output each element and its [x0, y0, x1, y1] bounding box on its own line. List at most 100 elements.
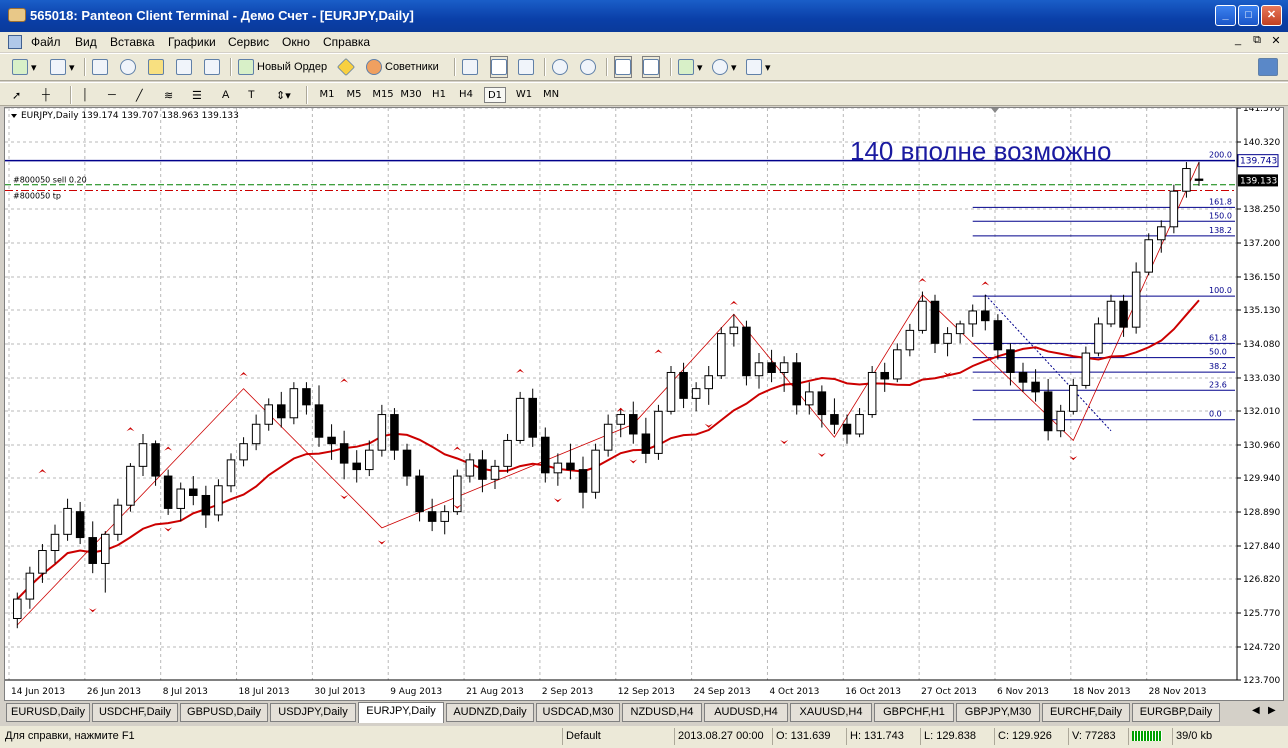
chart-shift-button[interactable] — [642, 56, 660, 78]
magnifier-doc-icon — [204, 59, 220, 75]
timeframe-h4[interactable]: H4 — [455, 87, 477, 103]
periods-button[interactable]: ▾ — [712, 56, 737, 78]
mdi-close-icon[interactable]: ✕ — [1268, 34, 1284, 47]
candle — [327, 436, 336, 445]
mdi-minimize-icon[interactable]: _ — [1230, 34, 1246, 46]
timeframe-mn[interactable]: MN — [538, 87, 564, 103]
arrows-tool[interactable]: ⇕▾ — [276, 84, 291, 106]
tab-eurgbp-daily[interactable]: EURGBP,Daily — [1132, 703, 1220, 722]
tab-gbpjpy-m30[interactable]: GBPJPY,M30 — [956, 703, 1040, 722]
new-chart-button[interactable]: ▾ — [12, 56, 37, 78]
tab-eurchf-daily[interactable]: EURCHF,Daily — [1042, 703, 1130, 722]
fib-level-label: 161.8 — [1209, 197, 1232, 206]
tab-scroll-left-icon[interactable]: ◀ — [1252, 705, 1260, 716]
candle — [201, 494, 211, 516]
tab-usdchf-daily[interactable]: USDCHF,Daily — [92, 703, 178, 722]
new-order-button[interactable]: Новый Ордер — [238, 56, 327, 78]
tab-usdcad-m30[interactable]: USDCAD,M30 — [536, 703, 620, 722]
timeframe-h1[interactable]: H1 — [428, 87, 450, 103]
fractal-down-icon — [88, 608, 97, 613]
line-chart-button[interactable] — [518, 56, 534, 78]
menu-charts[interactable]: Графики — [168, 35, 216, 49]
status-profile[interactable]: Default — [562, 728, 672, 745]
zoom-in-button[interactable] — [552, 56, 568, 78]
tab-usdjpy-daily[interactable]: USDJPY,Daily — [270, 703, 356, 722]
market-watch-button[interactable] — [92, 56, 108, 78]
text-label-icon: T — [248, 89, 255, 101]
expert-advisors-button[interactable]: Советники — [366, 56, 439, 78]
zoom-out-button[interactable] — [580, 56, 596, 78]
candle — [239, 443, 248, 461]
timeframe-m1[interactable]: M1 — [316, 87, 338, 103]
tab-eurusd-daily[interactable]: EURUSD,Daily — [6, 703, 90, 722]
timeframe-m5[interactable]: M5 — [343, 87, 365, 103]
symbol-menu-icon[interactable] — [11, 114, 17, 118]
time-tick-label: 18 Nov 2013 — [1073, 687, 1131, 697]
fib-level-label: 38.2 — [1209, 362, 1227, 371]
chart-window-icon[interactable] — [8, 35, 22, 49]
crosshair-tool[interactable]: ┼ — [42, 84, 50, 106]
fib-level-label: 0.0 — [1209, 410, 1222, 419]
tab-eurjpy-daily[interactable]: EURJPY,Daily — [358, 702, 444, 723]
text-tool[interactable]: A — [222, 84, 229, 106]
timeframe-m15[interactable]: M15 — [370, 87, 396, 103]
price-chart[interactable]: 141.370 140.320 138.250 137.200 136.150 135.1… — [5, 104, 1283, 700]
candlestick-button[interactable] — [490, 56, 508, 78]
tab-gbpchf-h1[interactable]: GBPCHF,H1 — [874, 703, 954, 722]
chart-window[interactable]: 141.370 140.320 138.250 137.200 136.150 135.1… — [4, 104, 1284, 701]
channel-icon: ≋ — [164, 89, 174, 102]
indicators-button[interactable]: ▾ — [678, 56, 703, 78]
menu-file[interactable]: Файл — [31, 35, 61, 49]
maximize-button[interactable]: □ — [1238, 5, 1259, 26]
candle — [905, 329, 915, 351]
tester-button[interactable] — [204, 56, 220, 78]
timeframe-w1[interactable]: W1 — [512, 87, 536, 103]
bar-chart-button[interactable] — [462, 56, 478, 78]
chart-tabs: EURUSD,Daily USDCHF,Daily GBPUSD,Daily USDJ… — [0, 702, 1288, 724]
cursor-tool[interactable]: ➚ — [12, 84, 21, 106]
menu-view[interactable]: Вид — [75, 35, 97, 49]
menu-help[interactable]: Справка — [323, 35, 370, 49]
tab-audusd-h4[interactable]: AUDUSD,H4 — [704, 703, 788, 722]
price-tick-label: 130.960 — [1243, 441, 1280, 451]
menu-insert[interactable]: Вставка — [110, 35, 155, 49]
vertical-line-tool[interactable]: │ — [82, 84, 89, 106]
order-sell-label: #800050 sell 0.20 — [13, 176, 87, 185]
fib-level-label: 100.0 — [1209, 286, 1232, 295]
mdi-restore-icon[interactable]: ⧉ — [1249, 34, 1265, 47]
profiles-button[interactable]: ▾ — [50, 56, 75, 78]
text-label-tool[interactable]: T — [248, 84, 255, 106]
candle — [767, 362, 776, 373]
timeframe-m30[interactable]: M30 — [398, 87, 424, 103]
templates-button[interactable]: ▾ — [746, 56, 771, 78]
candle — [930, 300, 940, 344]
fractal-up-icon — [38, 469, 47, 474]
terminal-button[interactable] — [176, 56, 192, 78]
trendline-tool[interactable]: ╱ — [136, 84, 143, 106]
menu-window[interactable]: Окно — [282, 35, 310, 49]
tab-xauusd-h4[interactable]: XAUUSD,H4 — [790, 703, 872, 722]
navigator-button[interactable] — [120, 56, 136, 78]
warning-button[interactable] — [336, 56, 356, 78]
candle — [13, 598, 22, 619]
price-tick-label: 140.320 — [1243, 138, 1280, 148]
candle — [163, 475, 173, 509]
favorites-button[interactable] — [148, 56, 164, 78]
chart-shift-marker-icon[interactable] — [991, 108, 999, 113]
crosshair-tool-icon: ┼ — [42, 89, 50, 101]
tab-gbpusd-daily[interactable]: GBPUSD,Daily — [180, 703, 268, 722]
horizontal-line-tool[interactable]: ─ — [108, 84, 116, 106]
candle — [968, 310, 977, 325]
menu-tools[interactable]: Сервис — [228, 35, 269, 49]
auto-scroll-button[interactable] — [614, 56, 632, 78]
tab-scroll-right-icon[interactable]: ▶ — [1268, 705, 1276, 716]
menu-bar: Файл Вид Вставка Графики Сервис Окно Спр… — [0, 32, 1288, 52]
close-button[interactable]: ✕ — [1261, 5, 1282, 26]
equidistant-channel-tool[interactable]: ≋ — [164, 84, 173, 106]
notification-button[interactable] — [1258, 56, 1278, 78]
fibonacci-tool[interactable]: ☰ — [192, 84, 202, 106]
tab-nzdusd-h4[interactable]: NZDUSD,H4 — [622, 703, 702, 722]
minimize-button[interactable]: _ — [1215, 5, 1236, 26]
tab-audnzd-daily[interactable]: AUDNZD,Daily — [446, 703, 534, 722]
timeframe-d1[interactable]: D1 — [484, 87, 506, 103]
